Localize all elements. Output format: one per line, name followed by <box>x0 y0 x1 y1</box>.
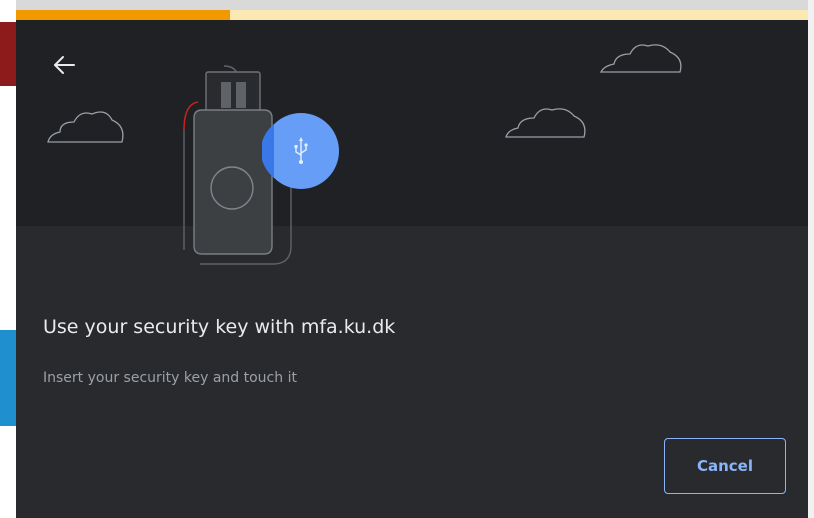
cloud-icon <box>47 111 124 143</box>
usb-icon <box>262 113 339 189</box>
back-button[interactable] <box>50 50 80 80</box>
security-key-illustration <box>47 44 682 265</box>
cancel-button[interactable]: Cancel <box>664 438 786 494</box>
background-page-edge-right <box>808 0 814 518</box>
back-arrow-icon <box>54 56 75 74</box>
cloud-icon <box>599 44 682 73</box>
security-key-dialog: Use your security key with mfa.ku.dk Ins… <box>16 10 808 518</box>
background-header-fragment <box>0 22 16 86</box>
dialog-description: Insert your security key and touch it <box>43 370 297 386</box>
cloud-icon <box>505 108 586 138</box>
page: Use your security key with mfa.ku.dk Ins… <box>0 0 814 518</box>
background-blue-fragment <box>0 330 16 426</box>
dialog-title: Use your security key with mfa.ku.dk <box>43 316 396 338</box>
